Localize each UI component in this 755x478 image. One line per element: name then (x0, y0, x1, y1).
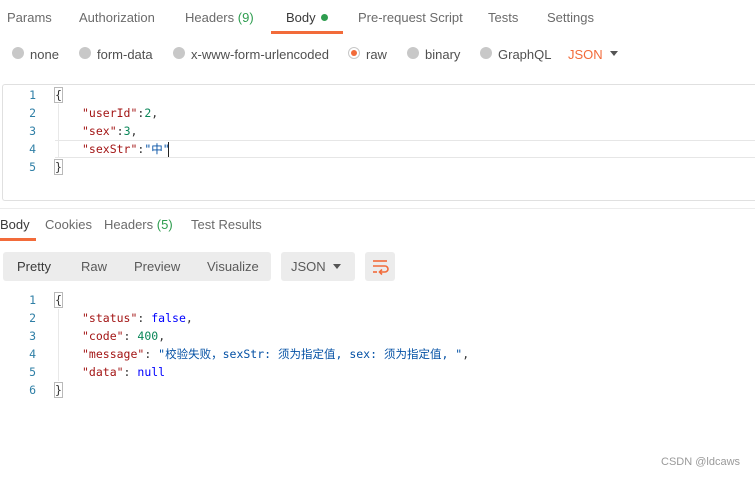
radio-urlencoded[interactable] (173, 47, 185, 59)
tab-tests-label: Tests (488, 10, 519, 25)
line-number: 5 (29, 365, 36, 379)
response-view-toggle: Pretty Raw Preview Visualize (3, 252, 271, 281)
json-string: "校验失败，sexStr: 须为指定值, sex: 须为指定值, " (158, 347, 463, 361)
code-line: "data": null (82, 365, 166, 379)
tab-pre-request-label: Pre-request Script (358, 10, 463, 25)
json-null: null (137, 365, 166, 379)
line-number: 5 (29, 160, 36, 174)
json-key: "data" (82, 365, 124, 379)
tab-settings-label: Settings (547, 10, 594, 25)
body-modified-dot-icon (320, 14, 328, 21)
body-type-options: none form-data x-www-form-urlencoded raw… (0, 44, 755, 66)
code-line: { (54, 86, 63, 104)
response-tab-test-results[interactable]: Test Results (191, 216, 262, 234)
code-line: "status": false, (82, 311, 193, 325)
code-line: } (54, 158, 63, 176)
option-urlencoded-label[interactable]: x-www-form-urlencoded (191, 46, 329, 64)
close-brace: } (54, 159, 63, 175)
response-tab-headers[interactable]: Headers (5) (104, 216, 173, 234)
text-cursor (168, 142, 169, 157)
wrap-lines-icon (373, 260, 389, 276)
radio-graphql[interactable] (480, 47, 492, 59)
tab-params-label: Params (7, 10, 52, 25)
open-brace: { (54, 87, 63, 103)
json-key: "sex" (82, 124, 117, 138)
tab-headers-label: Headers (185, 10, 235, 25)
option-form-data-label[interactable]: form-data (97, 46, 153, 64)
json-key: "status" (82, 311, 138, 325)
option-binary-label[interactable]: binary (425, 46, 460, 64)
wrap-lines-button[interactable] (365, 252, 395, 281)
json-string: "中" (144, 142, 170, 156)
radio-raw[interactable] (348, 47, 360, 59)
response-tab-test-results-label: Test Results (191, 217, 262, 232)
radio-form-data[interactable] (79, 47, 91, 59)
indent-guide (58, 104, 59, 158)
line-number: 2 (29, 311, 36, 325)
tab-authorization-label: Authorization (79, 10, 155, 25)
code-line: "sex":3, (82, 124, 138, 138)
code-line: "userId":2, (82, 106, 159, 120)
section-divider (0, 208, 755, 209)
option-none-label[interactable]: none (30, 46, 59, 64)
response-active-tab-underline (0, 238, 36, 241)
code-line: "sexStr":"中" (82, 142, 170, 156)
chevron-down-icon[interactable] (610, 51, 618, 56)
line-number: 4 (29, 347, 36, 361)
code-line: "code": 400, (82, 329, 166, 343)
response-format-select[interactable]: JSON (281, 252, 355, 281)
line-number: 2 (29, 106, 36, 120)
view-preview-button[interactable]: Preview (134, 252, 180, 281)
open-brace: { (54, 292, 63, 308)
tab-authorization[interactable]: Authorization (79, 10, 155, 28)
tab-body-label: Body (286, 10, 316, 25)
json-number: 400 (137, 329, 159, 343)
code-line: "message": "校验失败，sexStr: 须为指定值, sex: 须为指… (82, 347, 470, 361)
json-key: "sexStr" (82, 142, 138, 156)
line-number: 4 (29, 142, 36, 156)
active-tab-underline (271, 31, 343, 34)
json-key: "userId" (82, 106, 138, 120)
tab-pre-request-script[interactable]: Pre-request Script (358, 10, 463, 28)
json-key: "code" (82, 329, 124, 343)
close-brace: } (54, 382, 63, 398)
json-boolean: false (151, 311, 186, 325)
view-pretty-button[interactable]: Pretty (17, 252, 51, 281)
response-tab-body[interactable]: Body (0, 216, 30, 234)
tab-headers[interactable]: Headers (9) (185, 10, 254, 28)
raw-format-select[interactable]: JSON (568, 46, 603, 64)
line-number: 3 (29, 329, 36, 343)
json-number: 3 (123, 124, 131, 138)
request-tabs: Params Authorization Headers (9) Body Pr… (0, 0, 755, 36)
response-headers-count: (5) (156, 217, 173, 232)
option-raw-label[interactable]: raw (366, 46, 387, 64)
tab-params[interactable]: Params (7, 10, 52, 28)
json-key: "message" (82, 347, 145, 361)
line-number: 1 (29, 88, 36, 102)
radio-none[interactable] (12, 47, 24, 59)
tab-tests[interactable]: Tests (488, 10, 518, 28)
code-line: } (54, 381, 63, 399)
response-tab-headers-label: Headers (104, 217, 154, 232)
line-number: 3 (29, 124, 36, 138)
response-tab-body-label: Body (0, 217, 30, 232)
chevron-down-icon (333, 264, 341, 269)
view-raw-button[interactable]: Raw (81, 252, 107, 281)
line-number: 6 (29, 383, 36, 397)
response-format-label: JSON (291, 259, 326, 274)
line-number: 1 (29, 293, 36, 307)
response-tab-cookies-label: Cookies (45, 217, 92, 232)
response-tab-cookies[interactable]: Cookies (45, 216, 92, 234)
option-graphql-label[interactable]: GraphQL (498, 46, 551, 64)
indent-guide (58, 309, 59, 381)
watermark: CSDN @ldcaws (661, 456, 741, 468)
tab-body[interactable]: Body (286, 10, 328, 28)
radio-binary[interactable] (407, 47, 419, 59)
tab-settings[interactable]: Settings (547, 10, 594, 28)
view-visualize-button[interactable]: Visualize (207, 252, 259, 281)
code-line: { (54, 291, 63, 309)
headers-count: (9) (237, 10, 254, 25)
